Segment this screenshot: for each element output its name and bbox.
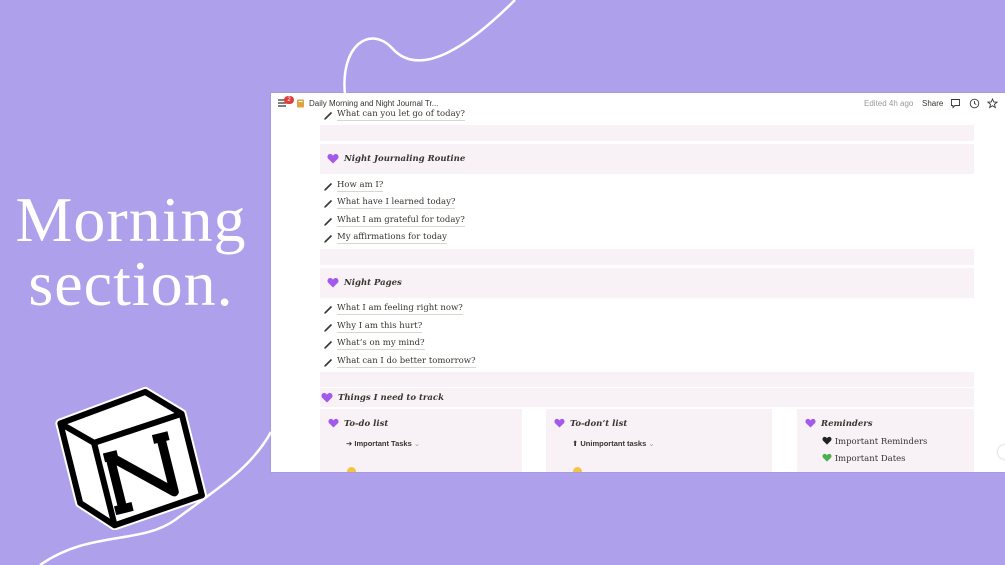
- todont-card[interactable]: To-don’t list ⬆ Unimportant tasks ⌄: [546, 409, 772, 472]
- emoji-icon: [347, 467, 356, 472]
- pencil-icon: [324, 199, 333, 208]
- spacer-band: [320, 125, 974, 141]
- clock-icon[interactable]: [969, 98, 980, 109]
- pencil-icon: [324, 217, 333, 226]
- chevron-down-icon[interactable]: ⌄: [414, 439, 420, 448]
- reminders-card[interactable]: Reminders Important Reminders Important …: [797, 409, 974, 472]
- pencil-icon: [324, 340, 333, 349]
- list-item-text: What can you let go of today?: [337, 109, 465, 121]
- headline-line-1: Morning: [15, 184, 247, 255]
- card-title: Reminders: [821, 419, 873, 429]
- section-heading-text: Night Journaling Routine: [344, 154, 466, 164]
- headline: Morning section.: [0, 188, 262, 316]
- list-item-text: What I am feeling right now?: [337, 303, 463, 315]
- spacer-band: [320, 249, 974, 265]
- list-item-text: What can I do better tomorrow?: [337, 356, 476, 368]
- todo-card[interactable]: To-do list ➜ Important Tasks ⌄: [320, 409, 522, 472]
- green-heart-icon: [822, 453, 832, 462]
- page-title[interactable]: Daily Morning and Night Journal Tr...: [309, 99, 438, 108]
- pencil-icon: [324, 358, 333, 367]
- notion-logo: [55, 386, 207, 530]
- arrow-up-icon: ⬆: [572, 439, 579, 448]
- purple-heart-icon: [328, 418, 339, 428]
- card-title: To-do list: [344, 419, 389, 429]
- list-item-text: My affirmations for today: [337, 232, 447, 244]
- pencil-icon: [324, 323, 333, 332]
- reminder-label: Important Dates: [834, 454, 906, 464]
- edited-status: Edited 4h ago: [864, 99, 914, 108]
- reminder-row[interactable]: Important Reminders: [822, 436, 927, 447]
- comment-icon[interactable]: [950, 98, 961, 109]
- pencil-icon: [324, 111, 333, 120]
- pencil-icon: [324, 305, 333, 314]
- scroll-handle[interactable]: [998, 445, 1005, 459]
- spacer-band: [320, 372, 974, 387]
- section-heading-text: Night Pages: [344, 278, 402, 288]
- section-heading-night-pages: Night Pages: [320, 268, 974, 298]
- list-item-text: What have I learned today?: [337, 197, 456, 209]
- reminder-label: Important Reminders: [834, 437, 928, 447]
- pencil-icon: [324, 234, 333, 243]
- notification-badge: 2: [284, 96, 294, 104]
- list-item-text: What’s on my mind?: [337, 338, 425, 350]
- purple-heart-icon: [554, 418, 565, 428]
- section-heading-track: Things I need to track: [320, 388, 974, 407]
- purple-heart-icon: [327, 278, 339, 288]
- toggle-important-tasks[interactable]: ➜ Important Tasks ⌄: [346, 439, 420, 448]
- section-heading-text: Things I need to track: [338, 393, 444, 403]
- notion-window: 2 Daily Morning and Night Journal Tr... …: [271, 93, 1005, 472]
- purple-heart-icon: [321, 393, 333, 403]
- arrow-right-icon: ➜: [346, 439, 353, 448]
- reminder-row[interactable]: Important Dates: [822, 453, 906, 464]
- list-item-text: How am I?: [337, 180, 384, 192]
- pencil-icon: [324, 182, 333, 191]
- purple-heart-icon: [805, 418, 816, 428]
- card-title: To-don’t list: [570, 419, 628, 429]
- toggle-unimportant-tasks[interactable]: ⬆ Unimportant tasks ⌄: [572, 439, 655, 448]
- black-heart-icon: [822, 436, 832, 445]
- share-button[interactable]: Share: [922, 99, 943, 108]
- chevron-down-icon[interactable]: ⌄: [648, 439, 654, 448]
- list-item-text: What I am grateful for today?: [337, 215, 465, 227]
- headline-line-2: section.: [28, 248, 234, 319]
- toggle-label: Important Tasks: [354, 439, 412, 448]
- list-item-text: Why I am this hurt?: [337, 321, 423, 333]
- star-icon[interactable]: [987, 98, 998, 109]
- journal-icon: [297, 99, 304, 108]
- page-content: What can you let go of today? Night Jour…: [320, 109, 974, 472]
- purple-heart-icon: [327, 154, 339, 164]
- emoji-icon: [573, 467, 582, 472]
- toggle-label: Unimportant tasks: [580, 439, 647, 448]
- section-heading-night-routine: Night Journaling Routine: [320, 144, 974, 174]
